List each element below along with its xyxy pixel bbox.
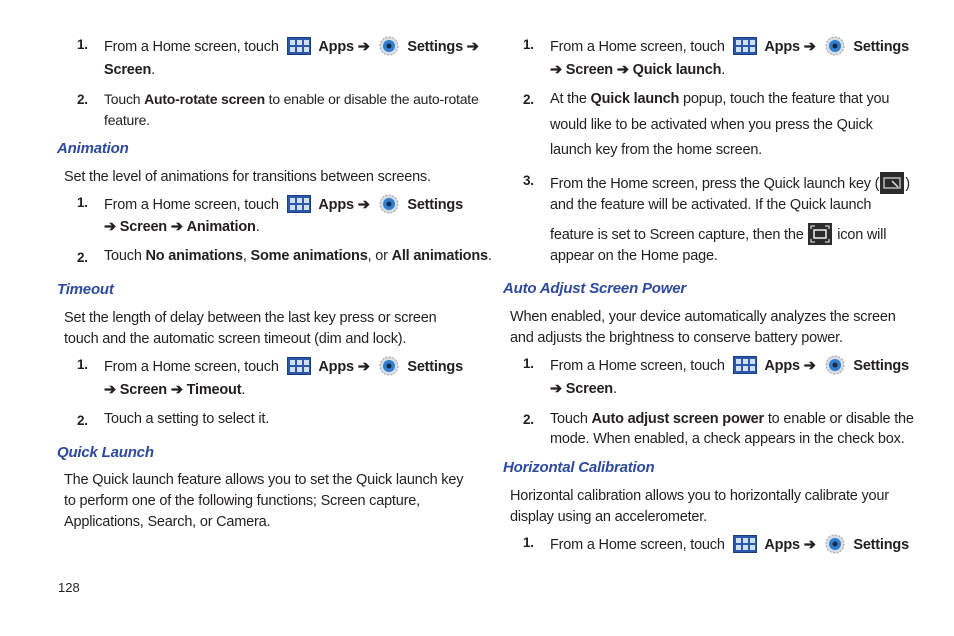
step-text: From a Home screen, touch Apps ➔ Setting… [104,35,479,57]
settings-gear-icon [379,36,398,56]
settings-gear-icon [825,36,844,56]
settings-gear-icon [379,356,398,376]
section-heading-animation: Animation [57,140,129,157]
step-number: 1. [523,37,534,52]
step-number: 2. [77,250,88,265]
step-number: 1. [523,356,534,371]
section-heading-horizontal-calibration: Horizontal Calibration [503,459,655,476]
step-number: 1. [77,37,88,52]
apps-icon [286,195,311,213]
screen-capture-icon [808,223,833,245]
section-heading-timeout: Timeout [57,281,114,298]
apps-icon [286,37,311,55]
step-number: 2. [523,92,534,107]
step-number: 2. [77,92,88,107]
settings-gear-icon [379,194,398,214]
step-number: 2. [77,413,88,428]
apps-icon [732,356,757,374]
settings-gear-icon [825,355,844,375]
step-number: 1. [523,535,534,550]
step-number: 1. [77,195,88,210]
apps-icon [732,37,757,55]
step-number: 1. [77,357,88,372]
apps-icon [732,535,757,553]
page-number: 128 [58,580,80,595]
section-heading-quick-launch: Quick Launch [57,444,154,461]
apps-icon [286,357,311,375]
step-number: 3. [523,173,534,188]
section-heading-auto-adjust: Auto Adjust Screen Power [503,280,687,297]
settings-gear-icon [825,534,844,554]
step-number: 2. [523,412,534,427]
quick-launch-key-icon [880,172,905,194]
